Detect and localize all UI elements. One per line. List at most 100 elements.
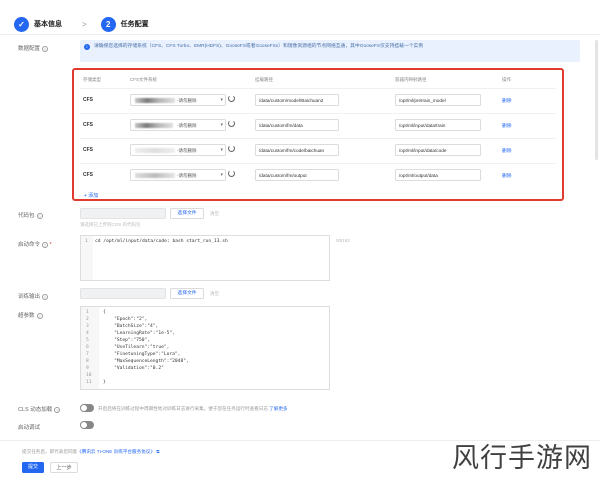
code-package-input[interactable] [80, 208, 166, 219]
help-icon[interactable]: ? [42, 293, 49, 300]
redacted-fs-name [135, 173, 175, 178]
dynamic-switch-note: 开启后将在训练过程中周期性地对训练日志进行采集，便于您在任务运行时查看日志 了解… [98, 406, 288, 411]
hyperparam-code-line: "MaxSequenceLength":"2048", [103, 359, 189, 364]
scrollbar[interactable] [595, 40, 598, 160]
redacted-fs-name [135, 98, 175, 103]
line-number: 1 [86, 310, 89, 315]
step-1-done-check-icon: ✓ [14, 16, 29, 32]
fs-suffix: -请勿删除 [177, 123, 197, 128]
col-action: 操作 [502, 77, 511, 82]
local-path-input[interactable]: /opt/ml/input/data/train [395, 119, 481, 131]
hyperparam-code-line: { [103, 310, 106, 315]
output-clear-button[interactable]: 清空 [210, 291, 219, 297]
stepper: ✓ 基本信息 > 2 任务配置 [14, 14, 149, 34]
code-select-file-button[interactable]: 选择文件 [170, 208, 204, 219]
debug-toggle[interactable] [80, 421, 94, 429]
delete-link[interactable]: 删除 [502, 147, 512, 154]
chevron-down-icon: ▾ [220, 172, 223, 178]
previous-step-button[interactable]: 上一步 [50, 462, 78, 473]
cfs-select[interactable]: -请勿删除 ▾ [130, 119, 226, 131]
help-icon[interactable]: ? [42, 45, 49, 52]
task-config-page: ✓ 基本信息 > 2 任务配置 数据配置? i 请确保您选择的存储系统（CFS、… [0, 0, 600, 484]
mount-path-input[interactable]: /data/custom/fm/output [255, 169, 339, 181]
col-local-path: 容器内映射路径 [395, 77, 427, 82]
hyperparams-editor[interactable]: 1 {2 "Epoch":"2", 3 "BatchSize":"4", 4 "Lea… [80, 306, 330, 390]
line-number: 6 [86, 345, 89, 350]
output-label: 训练输出? [18, 293, 49, 300]
output-select-file-button[interactable]: 选择文件 [170, 288, 204, 299]
cfs-select[interactable]: -请勿删除 ▾ [130, 144, 226, 156]
dynamic-switch-toggle[interactable] [80, 404, 94, 412]
hyperparam-code-line: "UseTilearn":"true", [103, 345, 170, 350]
learn-more-link[interactable]: 了解更多 [269, 406, 287, 411]
start-command-label: 启动命令? * [18, 241, 52, 248]
line-number: 2 [86, 317, 89, 322]
add-storage-button[interactable]: + 添加 [84, 192, 98, 199]
delete-link[interactable]: 删除 [502, 97, 512, 104]
line-number: 3 [86, 324, 89, 329]
step-2-number: 2 [100, 16, 116, 32]
storage-row: CFS -请勿删除 ▾ /data/custom/fm/code/baichua… [80, 138, 556, 162]
redacted-fs-name [135, 148, 175, 153]
char-counter: 0/8192 [336, 238, 350, 243]
dynamic-switch-label: CLS 动态加载? [18, 406, 61, 413]
step-2-label: 任务配置 [120, 21, 149, 28]
submit-button[interactable]: 提交 [22, 462, 44, 473]
header-divider [0, 34, 600, 35]
redacted-fs-name [135, 123, 173, 128]
info-icon: i [84, 44, 90, 50]
line-number: 10 [86, 373, 92, 378]
storage-row: CFS -请勿删除 ▾ /data/custom/fm/data /opt/ml… [80, 113, 556, 137]
chevron-down-icon: ▾ [220, 122, 223, 128]
external-link-icon: ⧉ [156, 449, 160, 454]
cfs-select[interactable]: -请勿删除 ▾ [130, 94, 226, 106]
line-number: 11 [86, 380, 92, 385]
agreement-link[interactable]: 《腾讯云 TI-ONE 训练平台服务协议》 [77, 449, 155, 454]
data-config-label: 数据配置? [18, 45, 49, 52]
storage-type: CFS [83, 97, 93, 103]
help-icon[interactable]: ? [42, 241, 49, 248]
output-path-input[interactable] [80, 288, 166, 299]
cfs-select[interactable]: -请勿删除 ▾ [130, 169, 226, 181]
code-package-label: 代码包? [18, 212, 43, 219]
refresh-icon[interactable] [228, 170, 235, 177]
fs-suffix: -请勿删除 [177, 173, 197, 178]
local-path-input[interactable]: /opt/ml/pretrain_model [395, 94, 481, 106]
help-icon[interactable]: ? [36, 312, 43, 319]
start-command-editor[interactable]: 1 cd /opt/ml/input/data/code; bash start… [80, 235, 330, 281]
chevron-right-icon: > [82, 19, 87, 29]
code-clear-button[interactable]: 清空 [210, 211, 219, 217]
delete-link[interactable]: 删除 [502, 172, 512, 179]
hyperparam-code-line: "Epoch":"2", [103, 317, 148, 322]
line-number: 5 [86, 338, 89, 343]
storage-type: CFS [83, 122, 93, 128]
step-1-label: 基本信息 [34, 21, 62, 28]
refresh-icon[interactable] [228, 145, 235, 152]
info-banner-text: 请确保您选择的存储系统（CFS、CFS Turbo、EMR(HDFS)、Goos… [94, 44, 424, 49]
delete-link[interactable]: 删除 [502, 122, 512, 129]
help-icon[interactable]: ? [54, 406, 61, 413]
help-icon[interactable]: ? [36, 212, 43, 219]
storage-type: CFS [83, 147, 93, 153]
chevron-down-icon: ▾ [220, 147, 223, 153]
footer-note: 提交任务后，即代表您同意《腾讯云 TI-ONE 训练平台服务协议》 ⧉ [22, 449, 160, 454]
storage-type: CFS [83, 172, 93, 178]
mount-path-input[interactable]: /data/custom/fm/data [255, 119, 339, 131]
line-number: 7 [86, 352, 89, 357]
refresh-icon[interactable] [228, 120, 235, 127]
hyperparam-code-line: "Validation":"0.2" [103, 366, 164, 371]
line-number: 8 [86, 359, 89, 364]
mount-path-input[interactable]: /data/custom/fm/code/baichuan [255, 144, 339, 156]
col-storage-type: 存储类型 [83, 77, 101, 82]
fs-suffix: -请勿删除 [177, 98, 197, 103]
col-mount-path: 挂载路径 [255, 77, 273, 82]
code-package-hint: 请选择已上传到COS 的代码包 [80, 222, 141, 227]
local-path-input[interactable]: /opt/ml/input/data/code [395, 144, 481, 156]
hyperparam-code-line: "FinetuningType":"Lora", [103, 352, 181, 357]
mount-path-input[interactable]: /data/custom/model/Baichuan2 [255, 94, 339, 106]
line-number: 1 [85, 239, 88, 244]
refresh-icon[interactable] [228, 95, 235, 102]
hyperparam-code-line: "Step":"750", [103, 338, 151, 343]
local-path-input[interactable]: /opt/ml/output/data [395, 169, 481, 181]
hyperparam-code-line: } [103, 380, 106, 385]
